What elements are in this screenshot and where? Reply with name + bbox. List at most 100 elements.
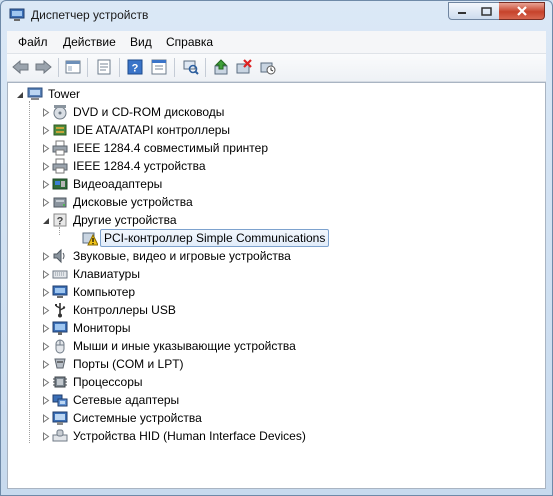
tree-item-dvd[interactable]: DVD и CD-ROM дисководы bbox=[8, 103, 538, 121]
svg-text:?: ? bbox=[57, 216, 64, 228]
device-manager-window: Диспетчер устройств Файл Действие Вид Сп… bbox=[0, 0, 553, 496]
collapsed-triangle-icon bbox=[42, 252, 49, 261]
window-title: Диспетчер устройств bbox=[31, 8, 149, 22]
toolbar-separator bbox=[119, 58, 120, 77]
update-driver-button[interactable] bbox=[212, 58, 230, 76]
maximize-icon bbox=[481, 6, 492, 16]
collapse-arrow-icon[interactable] bbox=[41, 216, 50, 225]
enable-device-icon bbox=[260, 62, 276, 75]
expand-arrow-icon[interactable] bbox=[41, 162, 50, 171]
expand-arrow-icon[interactable] bbox=[41, 252, 50, 261]
menu-help[interactable]: Справка bbox=[166, 35, 213, 49]
tree-item-label: Сетевые адаптеры bbox=[73, 393, 180, 407]
collapsed-triangle-icon bbox=[42, 306, 49, 315]
close-button[interactable] bbox=[499, 2, 545, 20]
enable-device-button[interactable] bbox=[259, 58, 277, 76]
tree-item-processors[interactable]: Процессоры bbox=[8, 373, 538, 391]
expand-arrow-icon[interactable] bbox=[41, 180, 50, 189]
tree-item-keyboards[interactable]: Клавиатуры bbox=[8, 265, 538, 283]
collapsed-triangle-icon bbox=[42, 270, 49, 279]
tree-root-tower[interactable]: Tower bbox=[8, 85, 208, 103]
window-list-icon bbox=[151, 59, 167, 75]
tree-item-hid[interactable]: Устройства HID (Human Interface Devices) bbox=[8, 427, 538, 445]
collapsed-triangle-icon bbox=[42, 414, 49, 423]
speaker-icon bbox=[53, 248, 65, 264]
tree-item-ports[interactable]: Порты (COM и LPT) bbox=[8, 355, 538, 373]
tree-item-label: Мониторы bbox=[73, 321, 131, 335]
device-tree[interactable]: Tower DVD и CD-ROM дисководы IDE ATA/ATAP… bbox=[7, 82, 546, 489]
computer-icon bbox=[27, 87, 43, 100]
expand-arrow-icon[interactable] bbox=[41, 126, 50, 135]
title-bar[interactable]: Диспетчер устройств bbox=[1, 1, 552, 31]
help-icon: ? bbox=[127, 59, 143, 75]
minimize-button[interactable] bbox=[448, 2, 475, 20]
menu-bar: Файл Действие Вид Справка bbox=[7, 31, 546, 54]
collapsed-triangle-icon bbox=[42, 180, 49, 189]
expand-arrow-icon[interactable] bbox=[41, 324, 50, 333]
back-button[interactable] bbox=[12, 58, 30, 76]
tree-item-network[interactable]: Сетевые адаптеры bbox=[8, 391, 538, 409]
collapsed-triangle-icon bbox=[42, 360, 49, 369]
tree-item-ieee-printer[interactable]: IEEE 1284.4 совместимый принтер bbox=[8, 139, 538, 157]
scan-hardware-icon bbox=[183, 60, 199, 75]
collapsed-triangle-icon bbox=[42, 126, 49, 135]
menu-view[interactable]: Вид bbox=[130, 35, 152, 49]
tree-item-label: Другие устройства bbox=[73, 213, 177, 227]
svg-text:?: ? bbox=[132, 63, 139, 75]
expand-arrow-icon[interactable] bbox=[41, 396, 50, 405]
toolbar-separator bbox=[205, 58, 206, 77]
tree-item-system[interactable]: Системные устройства bbox=[8, 409, 538, 427]
printer-icon bbox=[52, 140, 68, 156]
show-hidden-button[interactable] bbox=[150, 58, 168, 76]
expand-arrow-icon[interactable] bbox=[41, 270, 50, 279]
tree-item-disks[interactable]: Дисковые устройства bbox=[8, 193, 538, 211]
close-icon bbox=[516, 6, 527, 16]
tree-item-pci-controller[interactable]: PCI-контроллер Simple Communications bbox=[8, 229, 538, 247]
disk-drive-icon bbox=[53, 197, 67, 208]
device-warning-icon bbox=[82, 232, 98, 246]
tree-item-monitors[interactable]: Мониторы bbox=[8, 319, 538, 337]
help-button[interactable]: ? bbox=[126, 58, 144, 76]
scan-hardware-button[interactable] bbox=[182, 58, 200, 76]
collapsed-triangle-icon bbox=[42, 288, 49, 297]
tree-item-sound[interactable]: Звуковые, видео и игровые устройства bbox=[8, 247, 538, 265]
device-manager-app-icon bbox=[9, 8, 25, 21]
printer-icon bbox=[52, 158, 68, 174]
toolbar-separator bbox=[58, 58, 59, 77]
tree-item-label: IEEE 1284.4 совместимый принтер bbox=[73, 141, 269, 155]
tree-item-label: Клавиатуры bbox=[73, 267, 140, 281]
expand-arrow-icon[interactable] bbox=[41, 360, 50, 369]
collapsed-triangle-icon bbox=[42, 378, 49, 387]
toolbar-separator bbox=[174, 58, 175, 77]
tree-item-video[interactable]: Видеоадаптеры bbox=[8, 175, 538, 193]
collapsed-triangle-icon bbox=[42, 342, 49, 351]
tree-item-ieee-devices[interactable]: IEEE 1284.4 устройства bbox=[8, 157, 538, 175]
console-tree-button[interactable] bbox=[64, 58, 82, 76]
expand-arrow-icon[interactable] bbox=[41, 198, 50, 207]
computer-icon bbox=[52, 285, 68, 298]
tree-item-computer[interactable]: Компьютер bbox=[8, 283, 538, 301]
tree-item-ide[interactable]: IDE ATA/ATAPI контроллеры bbox=[8, 121, 538, 139]
expand-arrow-icon[interactable] bbox=[41, 306, 50, 315]
maximize-button[interactable] bbox=[474, 2, 500, 20]
menu-file[interactable]: Файл bbox=[18, 35, 48, 49]
tree-item-other-devices[interactable]: ? Другие устройства bbox=[8, 211, 538, 229]
tree-item-mice[interactable]: Мыши и иные указывающие устройства bbox=[8, 337, 538, 355]
display-adapter-icon bbox=[52, 178, 68, 190]
collapsed-triangle-icon bbox=[42, 432, 49, 441]
expand-arrow-icon[interactable] bbox=[41, 108, 50, 117]
expand-arrow-icon[interactable] bbox=[41, 432, 50, 441]
mouse-icon bbox=[55, 339, 65, 354]
expand-arrow-icon[interactable] bbox=[41, 144, 50, 153]
expand-arrow-icon[interactable] bbox=[41, 288, 50, 297]
forward-button[interactable] bbox=[34, 58, 52, 76]
collapse-arrow-icon[interactable] bbox=[15, 90, 24, 99]
expand-arrow-icon[interactable] bbox=[41, 414, 50, 423]
menu-action[interactable]: Действие bbox=[63, 35, 116, 49]
network-adapter-icon bbox=[52, 394, 68, 407]
expand-arrow-icon[interactable] bbox=[41, 378, 50, 387]
properties-button[interactable] bbox=[95, 58, 113, 76]
expand-arrow-icon[interactable] bbox=[41, 342, 50, 351]
tree-item-usb[interactable]: Контроллеры USB bbox=[8, 301, 538, 319]
uninstall-button[interactable] bbox=[235, 58, 253, 76]
